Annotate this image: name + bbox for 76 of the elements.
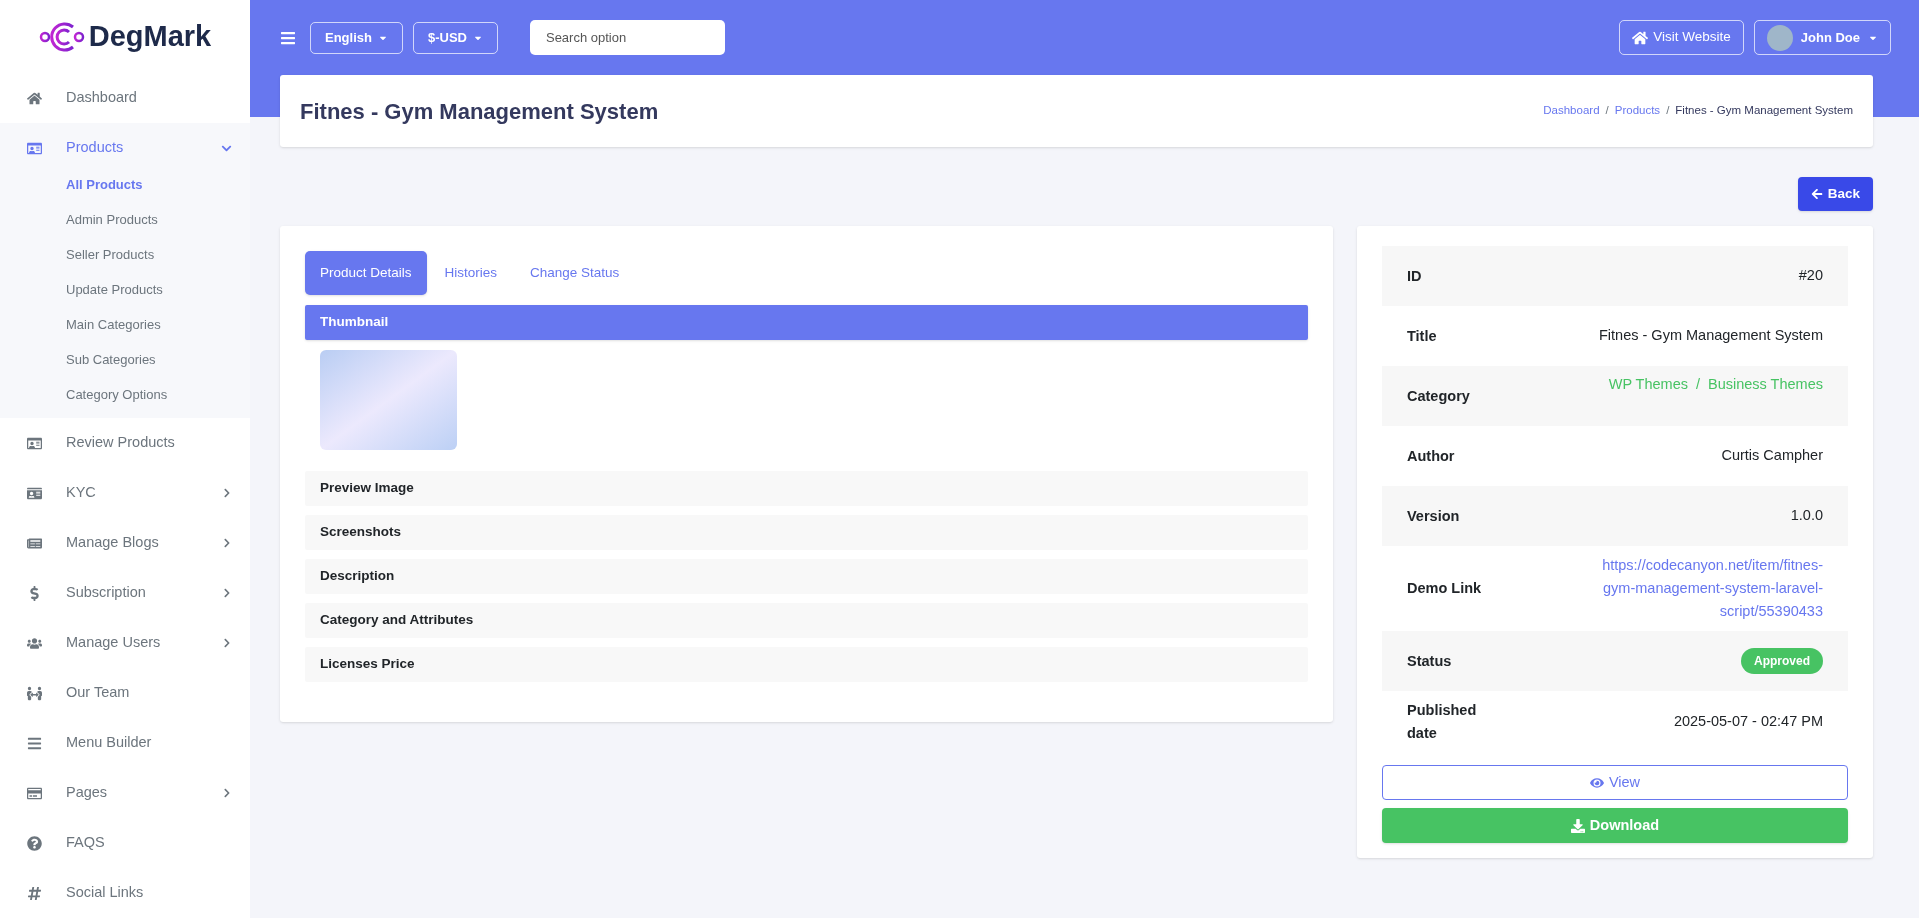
detail-label: Category xyxy=(1407,386,1471,406)
submenu-item[interactable]: Seller Products xyxy=(0,237,250,272)
section-header[interactable]: Description xyxy=(305,559,1308,594)
card-icon xyxy=(27,785,42,801)
breadcrumb-current: Fitnes - Gym Management System xyxy=(1675,103,1853,119)
home-icon xyxy=(1632,29,1649,46)
detail-value: #20 xyxy=(1798,266,1823,286)
sidebar-item[interactable]: Dashboard xyxy=(0,73,250,123)
tab[interactable]: Histories xyxy=(429,251,513,295)
section-header[interactable]: Category and Attributes xyxy=(305,603,1308,638)
sidebar-item[interactable]: Our Team xyxy=(0,668,250,718)
chevron-right-icon xyxy=(222,638,232,648)
eye-icon xyxy=(1589,775,1604,790)
list-icon xyxy=(27,735,42,751)
detail-value: Curtis Campher xyxy=(1721,446,1823,466)
detail-label: Published date xyxy=(1407,701,1478,743)
detail-value: 2025-05-07 - 02:47 PM xyxy=(1673,712,1823,732)
detail-value: 1.0.0 xyxy=(1790,506,1823,526)
language-dropdown[interactable]: English xyxy=(310,21,403,54)
sidebar-item[interactable]: KYC xyxy=(0,468,250,518)
hashtag-icon xyxy=(27,885,42,901)
section-header[interactable]: Licenses Price xyxy=(305,647,1308,682)
chevron-right-icon xyxy=(222,538,232,548)
arrow-left-icon xyxy=(1810,188,1823,200)
category-separator: / xyxy=(1696,375,1700,394)
brand-name: DegMark xyxy=(88,18,212,54)
sidebar-item[interactable]: Menu Builder xyxy=(0,718,250,768)
page-title: Fitnes - Gym Management System xyxy=(300,97,659,126)
chevron-right-icon xyxy=(222,488,232,498)
detail-label: Version xyxy=(1407,506,1461,526)
view-button[interactable]: View xyxy=(1382,765,1848,800)
visit-website-button[interactable]: Visit Website xyxy=(1619,20,1744,55)
currency-dropdown[interactable]: $-USD xyxy=(412,21,498,54)
submenu-item[interactable]: Admin Products xyxy=(0,202,250,237)
breadcrumb-link[interactable]: Products xyxy=(1614,102,1661,120)
id-card-icon xyxy=(27,485,42,501)
sidebar-item[interactable]: Review Products xyxy=(0,418,250,468)
search-field[interactable]: Search option xyxy=(529,20,725,55)
submenu-item[interactable]: Sub Categories xyxy=(0,342,250,377)
submenu-item[interactable]: Category Options xyxy=(0,377,250,412)
chevron-right-icon xyxy=(222,588,232,598)
menu-icon[interactable] xyxy=(280,29,296,46)
tab[interactable]: Change Status xyxy=(515,251,635,295)
download-icon xyxy=(1570,818,1585,833)
detail-label: Author xyxy=(1407,446,1456,466)
section-header[interactable]: Thumbnail xyxy=(305,305,1308,340)
breadcrumb-separator: / xyxy=(1666,103,1670,119)
demo-link[interactable]: https://codecanyon.net/item/fitnes-gym-management-system-laravel-script/55390433 xyxy=(1573,554,1823,623)
question-icon xyxy=(27,835,42,851)
submenu-item[interactable]: Update Products xyxy=(0,272,250,307)
detail-label: Status xyxy=(1407,651,1453,671)
back-button[interactable]: Back xyxy=(1797,177,1873,211)
submenu-item[interactable]: Main Categories xyxy=(0,307,250,342)
detail-label: Title xyxy=(1407,326,1438,346)
sidebar-item[interactable]: Social Links xyxy=(0,868,250,918)
chevron-right-icon xyxy=(222,788,232,798)
section-header[interactable]: Preview Image xyxy=(305,471,1308,506)
section-header[interactable]: Screenshots xyxy=(305,515,1308,550)
detail-label: ID xyxy=(1407,266,1423,286)
users-icon xyxy=(27,635,42,651)
card-icon xyxy=(27,435,42,451)
team-icon xyxy=(27,685,42,701)
sidebar-item[interactable]: Manage Users xyxy=(0,618,250,668)
sidebar-item[interactable]: FAQS xyxy=(0,818,250,868)
breadcrumb-separator: / xyxy=(1605,103,1609,119)
tab[interactable]: Product Details xyxy=(305,251,427,295)
sidebar-item[interactable]: Pages xyxy=(0,768,250,818)
user-menu[interactable]: John Doe xyxy=(1753,20,1891,55)
sidebar-item[interactable]: Manage Blogs xyxy=(0,518,250,568)
card-icon xyxy=(27,140,42,156)
breadcrumb-link[interactable]: Dashboard xyxy=(1543,102,1600,120)
detail-label: Demo Link xyxy=(1407,579,1483,598)
status-badge: Approved xyxy=(1741,648,1823,674)
sidebar-item[interactable]: Subscription xyxy=(0,568,250,618)
home-icon xyxy=(27,90,42,106)
detail-value: Fitnes - Gym Management System xyxy=(1599,326,1823,346)
